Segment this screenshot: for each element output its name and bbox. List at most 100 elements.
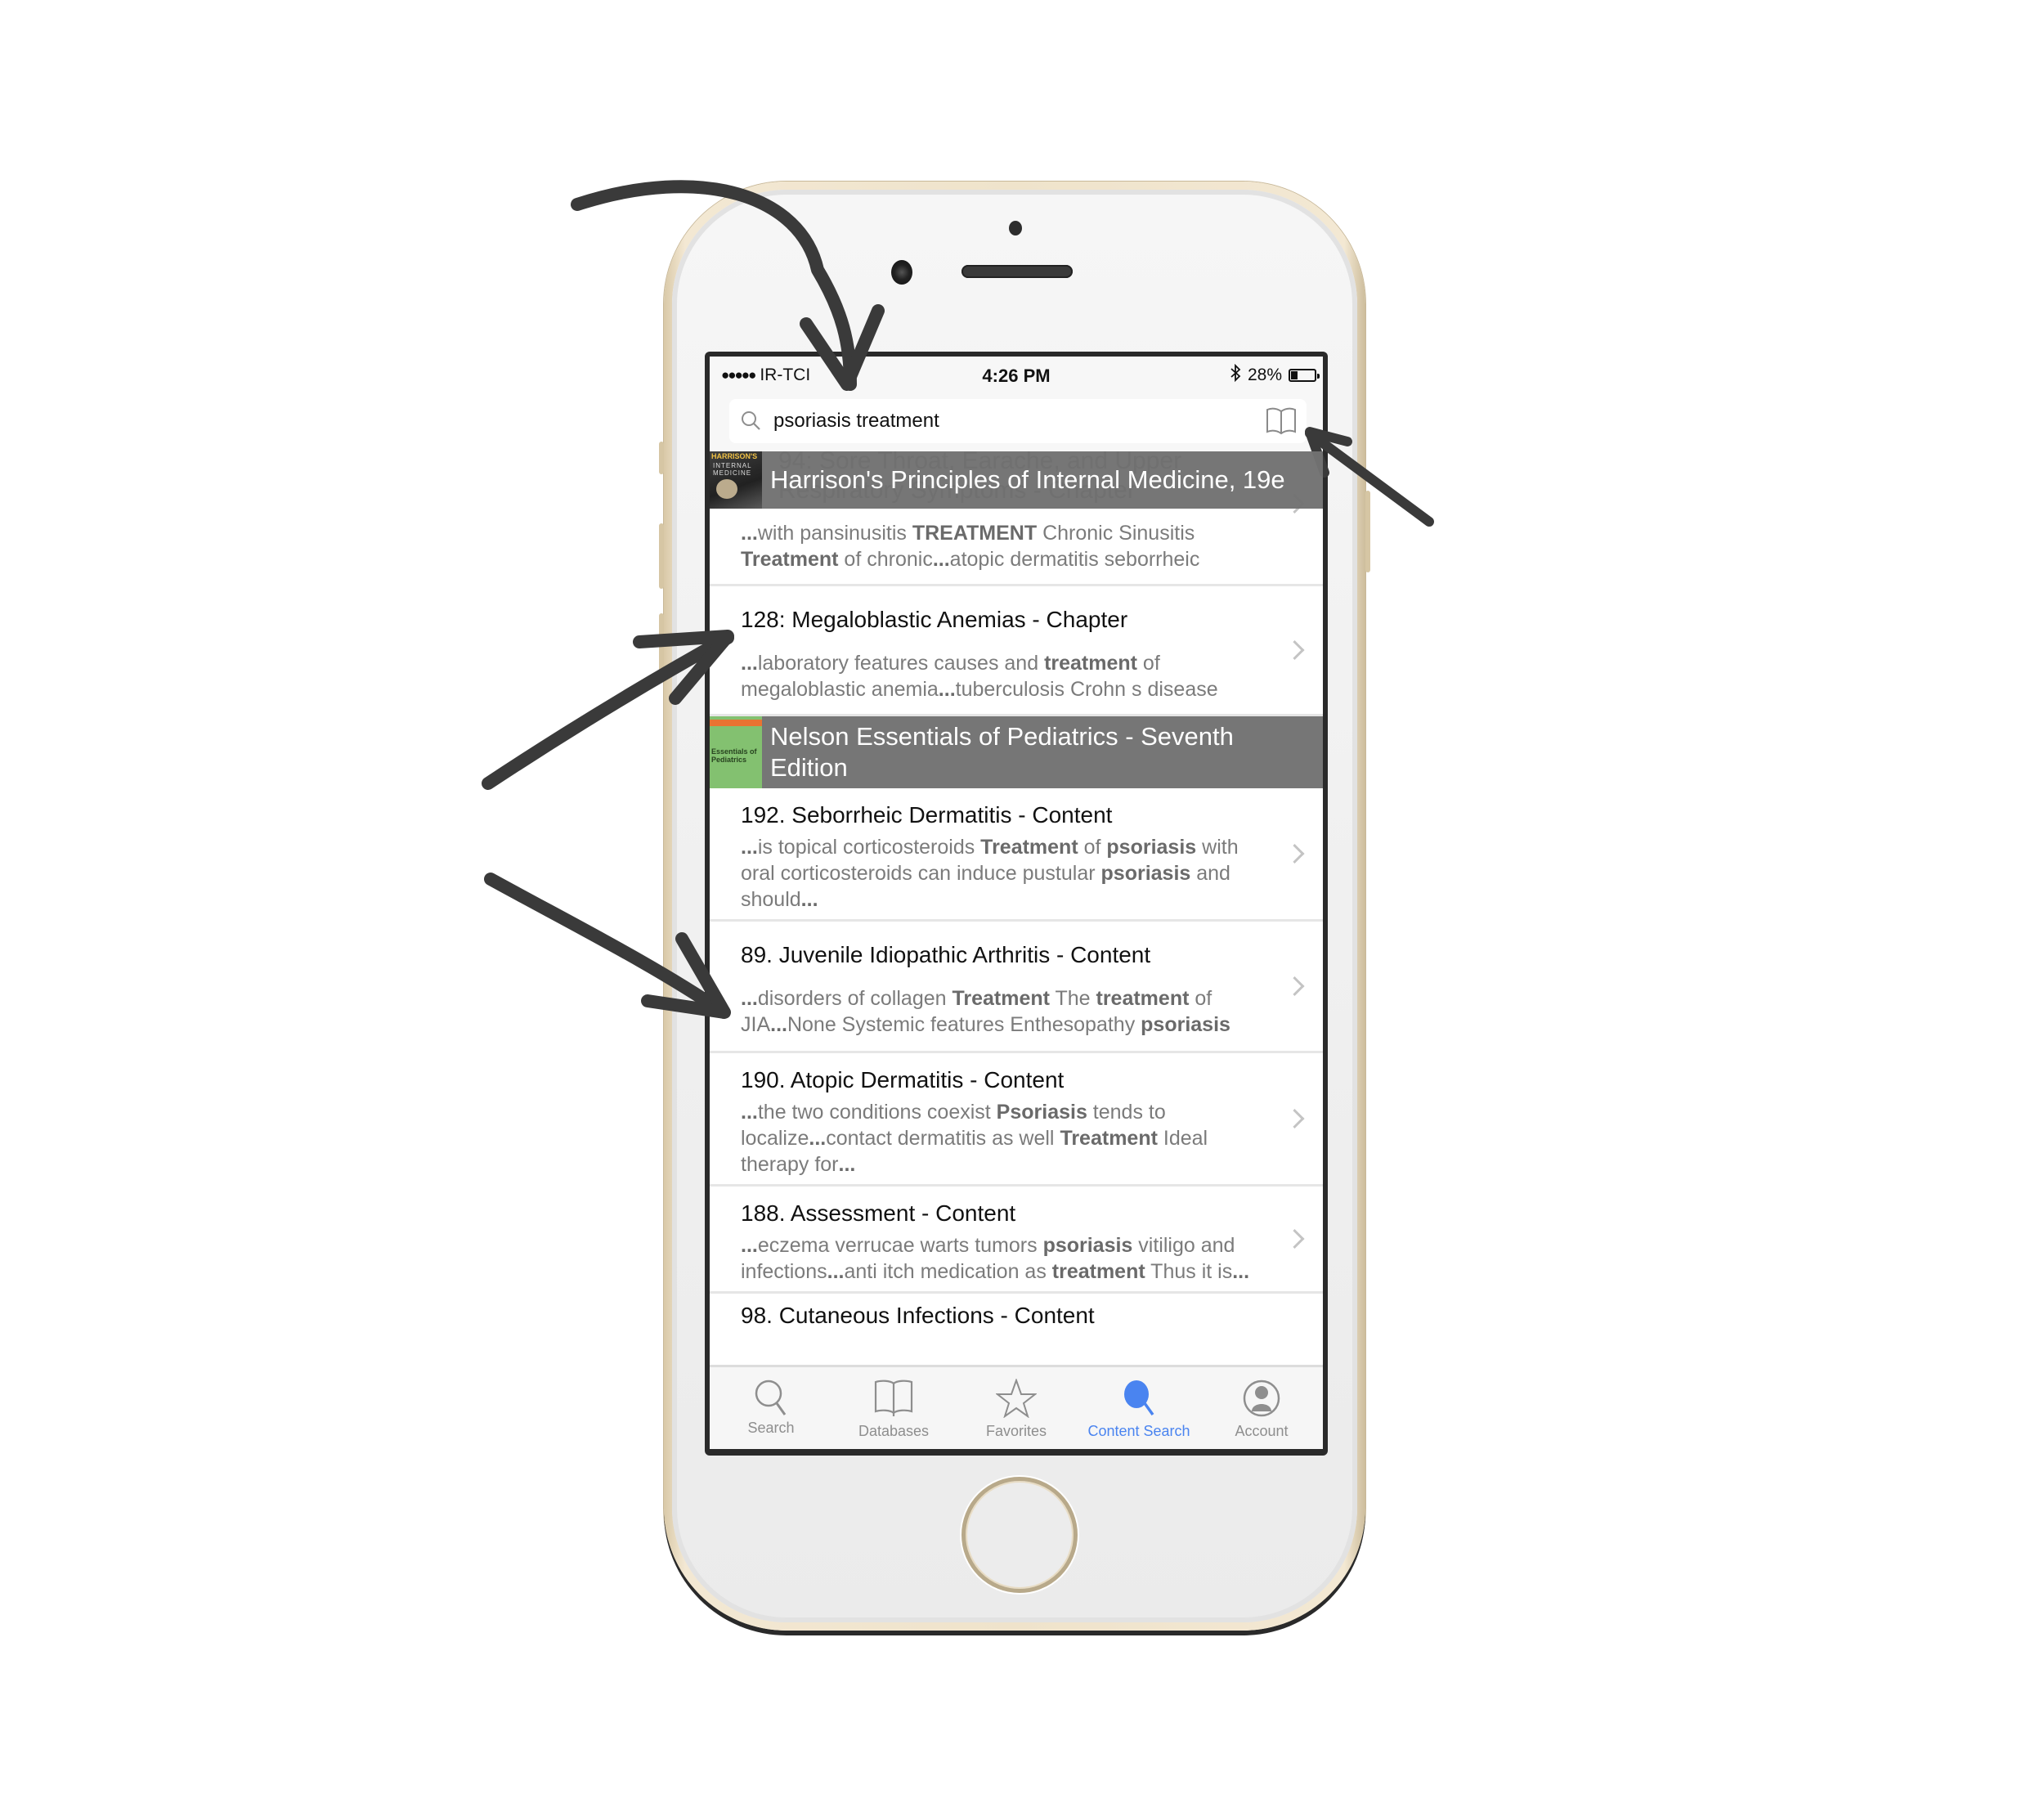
- section-header-harrison: HARRISON'S INTERNAL MEDICINE Harrison's …: [710, 451, 1323, 509]
- result-snippet: ...eczema verrucae warts tumors psoriasi…: [741, 1232, 1274, 1285]
- snippet-text: of: [1078, 836, 1107, 859]
- tab-databases[interactable]: Databases: [832, 1367, 955, 1449]
- snippet-text: anti itch medication as: [844, 1260, 1052, 1283]
- highlighted-term: ...: [770, 1013, 787, 1036]
- highlighted-term: ...: [809, 1127, 827, 1150]
- battery-tip: [1317, 374, 1320, 379]
- cover-title: HARRISON'S: [711, 452, 758, 460]
- tab-label: Account: [1235, 1423, 1289, 1439]
- book-cover-nelson: Essentials of Pediatrics: [710, 716, 762, 788]
- mute-switch: [659, 442, 664, 474]
- result-title: 192. Seborrheic Dermatitis - Content: [741, 802, 1113, 828]
- snippet-text: with pansinusitis: [757, 522, 912, 545]
- section-title: Harrison's Principles of Internal Medici…: [770, 465, 1285, 494]
- chevron-right-icon: [1284, 639, 1305, 661]
- snippet-text: Thus it is: [1145, 1260, 1233, 1283]
- snippet-text: of chronic: [838, 548, 933, 571]
- battery-level: [1291, 371, 1298, 379]
- tab-favorites[interactable]: Favorites: [955, 1367, 1078, 1449]
- highlighted-term: ...: [800, 888, 818, 911]
- tab-content-search[interactable]: Content Search: [1078, 1367, 1200, 1449]
- cover-subtitle: INTERNAL MEDICINE: [713, 462, 752, 477]
- results-list[interactable]: 94: Sore Throat, Earache, and Upper Resp…: [710, 451, 1323, 1367]
- snippet-text: atopic dermatitis seborrheic: [949, 548, 1200, 571]
- volume-down-button: [659, 613, 664, 679]
- result-title: 89. Juvenile Idiopathic Arthritis - Cont…: [741, 942, 1151, 967]
- highlighted-term: ...: [741, 987, 758, 1010]
- open-book-button[interactable]: [1264, 406, 1298, 436]
- tab-search[interactable]: Search: [710, 1367, 832, 1449]
- home-button[interactable]: [961, 1477, 1078, 1593]
- highlighted-term: Treatment: [980, 836, 1078, 859]
- status-bar: ●●●●● IR-TCI 4:26 PM 28%: [710, 357, 1323, 389]
- cover-illustration: [716, 479, 737, 499]
- result-row-190[interactable]: 190. Atopic Dermatitis - Content ... the …: [710, 1053, 1323, 1187]
- snippet-text: eczema verrucae warts tumors: [757, 1234, 1043, 1257]
- highlighted-term: psoriasis: [1106, 836, 1197, 859]
- result-row-sinusitis[interactable]: ...with pansinusitis TREATMENT Chronic S…: [710, 493, 1323, 586]
- tab-label: Favorites: [985, 1423, 1047, 1439]
- result-row-128[interactable]: 128: Megaloblastic Anemias - Chapter ...…: [710, 586, 1323, 716]
- result-row-192[interactable]: 192. Seborrheic Dermatitis - Content ...…: [710, 788, 1323, 922]
- result-snippet: ...is topical corticosteroids Treatment …: [741, 834, 1274, 913]
- chevron-right-icon: [1284, 976, 1305, 997]
- section-header-nelson: Essentials of Pediatrics Nelson Essentia…: [710, 716, 1323, 788]
- content-search-icon: [1120, 1367, 1158, 1418]
- book-icon: [872, 1367, 915, 1418]
- snippet-text: Chronic Sinusitis: [1037, 522, 1195, 545]
- highlighted-term: treatment: [1051, 1260, 1145, 1283]
- highlighted-term: ...: [838, 1153, 856, 1176]
- highlighted-term: ...: [938, 678, 956, 701]
- highlighted-term: TREATMENT: [912, 522, 1038, 545]
- result-title: 128: Megaloblastic Anemias - Chapter: [741, 607, 1128, 632]
- tab-bar: Search Databases Favorites Content Searc…: [710, 1365, 1323, 1449]
- phone-screen: ●●●●● IR-TCI 4:26 PM 28% psoriasis treat…: [705, 352, 1328, 1456]
- result-row-98[interactable]: 98. Cutaneous Infections - Content: [710, 1294, 1323, 1330]
- result-snippet: ...laboratory features causes and treatm…: [741, 650, 1274, 702]
- result-row-89[interactable]: 89. Juvenile Idiopathic Arthritis - Cont…: [710, 922, 1323, 1053]
- highlighted-term: ...: [1232, 1260, 1250, 1283]
- highlighted-term: Psoriasis: [996, 1101, 1087, 1124]
- proximity-sensor: [1009, 221, 1022, 236]
- snippet-text: the two conditions coexist: [757, 1101, 997, 1124]
- power-button: [1365, 491, 1370, 572]
- result-snippet: ...the two conditions coexist Psoriasis …: [741, 1099, 1274, 1178]
- snippet-text: contact dermatitis as well: [826, 1127, 1060, 1150]
- highlighted-term: ...: [741, 522, 758, 545]
- app-screen: ●●●●● IR-TCI 4:26 PM 28% psoriasis treat…: [710, 357, 1323, 1449]
- highlighted-term: psoriasis: [1141, 1013, 1230, 1036]
- result-title: 190. Atopic Dermatitis - Content: [741, 1067, 1065, 1092]
- open-book-icon: [1266, 407, 1296, 435]
- search-input[interactable]: [772, 409, 1264, 433]
- bluetooth-icon: [1230, 363, 1241, 387]
- search-icon: [752, 1367, 790, 1418]
- snippet-text: None Systemic features Enthesopathy: [787, 1013, 1141, 1036]
- search-bar[interactable]: [729, 399, 1307, 443]
- highlighted-term: ...: [741, 836, 758, 859]
- front-camera: [891, 260, 912, 285]
- earpiece-speaker: [961, 265, 1073, 278]
- snippet-text: is topical corticosteroids: [757, 836, 981, 859]
- result-snippet: ...disorders of collagen Treatment The t…: [741, 985, 1274, 1038]
- chevron-right-icon: [1284, 843, 1305, 864]
- snippet-text: tuberculosis Crohn s disease: [955, 678, 1218, 701]
- highlighted-term: ...: [741, 652, 758, 675]
- cover-title: Essentials of Pediatrics: [711, 747, 757, 764]
- highlighted-term: Treatment: [741, 548, 839, 571]
- highlighted-term: treatment: [1096, 987, 1190, 1010]
- tab-account[interactable]: Account: [1200, 1367, 1323, 1449]
- snippet-text: laboratory features causes and: [757, 652, 1045, 675]
- highlighted-term: Treatment: [1060, 1127, 1158, 1150]
- battery-icon: [1289, 369, 1320, 382]
- battery-percent: 28%: [1247, 366, 1282, 384]
- result-row-188[interactable]: 188. Assessment - Content ...eczema verr…: [710, 1187, 1323, 1294]
- chevron-right-icon: [1284, 1228, 1305, 1249]
- tab-label: Databases: [858, 1423, 930, 1439]
- highlighted-term: ...: [827, 1260, 845, 1283]
- cover-band: [710, 720, 762, 726]
- section-title: Nelson Essentials of Pediatrics - Sevent…: [770, 722, 1234, 782]
- volume-up-button: [659, 523, 664, 589]
- magnifier-icon: [741, 410, 762, 432]
- book-cover-harrison: HARRISON'S INTERNAL MEDICINE: [710, 451, 762, 509]
- chevron-right-icon: [1284, 1108, 1305, 1129]
